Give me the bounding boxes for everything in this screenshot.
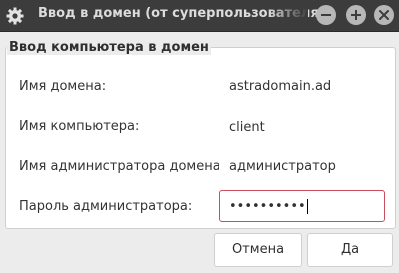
minimize-icon [321, 14, 331, 16]
close-button[interactable] [374, 5, 394, 25]
maximize-icon [351, 10, 361, 20]
domain-name-label: Имя домена: [19, 79, 107, 94]
admin-password-label: Пароль администратора: [19, 199, 193, 214]
title-bar[interactable]: Ввод в домен (от суперпользователя) [0, 0, 399, 32]
ok-button[interactable]: Да [307, 233, 393, 267]
computer-name-label: Имя компьютера: [19, 119, 140, 134]
group-title: Ввод компьютера в домен [7, 40, 211, 55]
close-icon [379, 10, 389, 20]
computer-name-input[interactable]: client [219, 111, 385, 143]
settings-gear-icon [6, 7, 24, 25]
admin-name-input[interactable]: администратор [219, 150, 385, 182]
domain-name-input[interactable]: astradomain.ad [219, 70, 385, 102]
minimize-button[interactable] [316, 5, 336, 25]
maximize-button[interactable] [346, 5, 366, 25]
admin-name-label: Имя администратора домена: [19, 159, 226, 174]
admin-password-input[interactable]: •••••••••• [219, 190, 385, 222]
title-fade [268, 0, 308, 31]
text-caret [306, 199, 308, 214]
password-dots: •••••••••• [229, 199, 306, 214]
cancel-button[interactable]: Отмена [214, 233, 302, 267]
